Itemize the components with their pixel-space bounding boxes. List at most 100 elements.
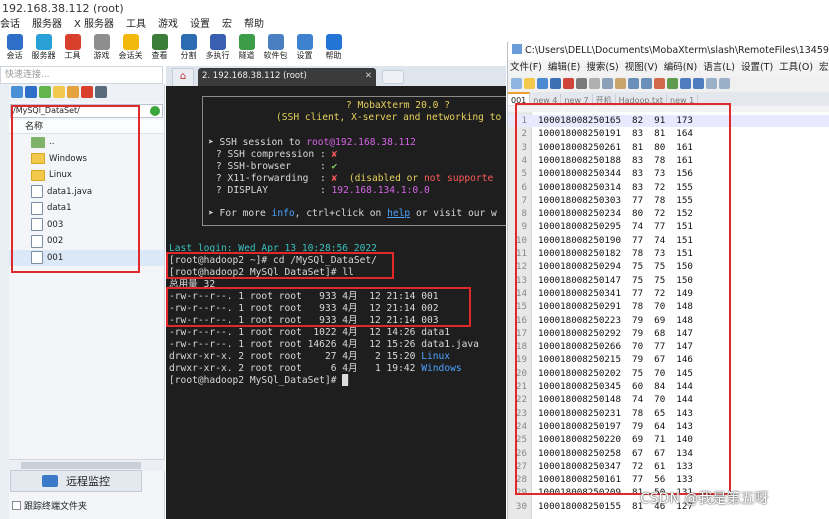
wrap-icon[interactable] <box>719 78 730 89</box>
home-tab-icon[interactable]: ⌂ <box>172 68 194 86</box>
sftp-toolbar <box>9 84 164 102</box>
undo-icon[interactable] <box>628 78 639 89</box>
display-line: ? DISPLAY : 192.168.134.1:0.0 <box>216 185 430 196</box>
download-icon[interactable] <box>25 86 37 98</box>
toolbar-button-0[interactable]: 会话 <box>0 33 29 65</box>
menu-item-0[interactable]: 会话 <box>0 19 20 30</box>
toolbar-label: 工具 <box>64 51 81 60</box>
notepad-menu-item[interactable]: 搜索(S) <box>586 62 618 73</box>
close-icon[interactable] <box>563 78 574 89</box>
more-info-line: ➤ For more info, ctrl+click on help or v… <box>208 208 497 219</box>
terminal-tab-active[interactable]: 2. 192.168.38.112 (root) ✕ <box>198 68 376 86</box>
x11-forwarding-line: ? X11-forwarding : ✘ (disabled or not su… <box>216 173 494 184</box>
toolbar-label: 软件包 <box>263 51 288 60</box>
main-menubar: 会话 服务器 X 服务器 工具 游戏 设置 宏 帮助 <box>0 17 829 33</box>
notepad-title-text: C:\Users\DELL\Documents\MobaXterm\slash\… <box>525 45 829 56</box>
zoom-out-icon[interactable] <box>693 78 704 89</box>
toolbar-button-4[interactable]: 会话关 <box>116 33 145 65</box>
close-tab-icon[interactable]: ✕ <box>365 68 372 85</box>
remote-monitor-button[interactable]: 远程监控 <box>10 470 142 492</box>
notepad-menu-item[interactable]: 文件(F) <box>510 62 542 73</box>
notepad-menu-item[interactable]: 工具(O) <box>779 62 813 73</box>
toolbar-button-2[interactable]: 工具 <box>58 33 87 65</box>
toolbar-label: 查看 <box>151 51 168 60</box>
follow-terminal-folder[interactable]: 跟踪终端文件夹 <box>12 499 87 512</box>
toolbar-button-3[interactable]: 游戏 <box>87 33 116 65</box>
new-folder-icon[interactable] <box>53 86 65 98</box>
toolbar-label: 设置 <box>296 51 313 60</box>
terminal-tabbar: ⌂ 2. 192.168.38.112 (root) ✕ <box>166 66 506 86</box>
multiexec-icon <box>209 34 226 50</box>
paste-icon[interactable] <box>615 78 626 89</box>
notepad-menu-item[interactable]: 宏(M) <box>819 62 829 73</box>
notepad-menu-item[interactable]: 编码(N) <box>664 62 698 73</box>
menu-item-5[interactable]: 设置 <box>190 19 210 30</box>
monitor-icon <box>42 475 58 487</box>
new-icon[interactable] <box>511 78 522 89</box>
toolbar-label: 会话关 <box>118 51 143 60</box>
menu-item-6[interactable]: 宏 <box>222 19 232 30</box>
notepad-menu-item[interactable]: 设置(T) <box>741 62 773 73</box>
star-icon <box>122 34 139 50</box>
path-ok-icon[interactable] <box>150 106 160 116</box>
open-icon[interactable] <box>524 78 535 89</box>
toolbar-button-10[interactable]: 设置 <box>290 33 319 65</box>
zoom-in-icon[interactable] <box>680 78 691 89</box>
banner-subtitle: (SSH client, X-server and networking to <box>276 112 502 123</box>
tools-icon <box>64 34 81 50</box>
follow-label: 跟踪终端文件夹 <box>24 502 88 512</box>
view-icon <box>151 34 168 50</box>
session-icon <box>6 34 23 50</box>
menu-item-4[interactable]: 游戏 <box>158 19 178 30</box>
servers-icon <box>35 34 52 50</box>
split-icon <box>180 34 197 50</box>
toolbar-label: 多执行 <box>205 51 230 60</box>
new-file-icon[interactable] <box>67 86 79 98</box>
toolbar-button-6[interactable]: 分割 <box>174 33 203 65</box>
remote-monitor-label: 远程监控 <box>66 475 110 488</box>
replace-icon[interactable] <box>667 78 678 89</box>
toolbar-button-1[interactable]: 服务器 <box>29 33 58 65</box>
notepad-menu-item[interactable]: 视图(V) <box>625 62 658 73</box>
sync-icon[interactable] <box>706 78 717 89</box>
window-title: 192.168.38.112 (root) <box>0 0 829 18</box>
save-all-icon[interactable] <box>550 78 561 89</box>
ls-row: -rw-r--r--. 1 root root 1022 4月 12 14:26… <box>169 327 451 338</box>
toolbar-label: 隧道 <box>238 51 255 60</box>
new-tab-button[interactable] <box>382 70 404 84</box>
banner-title: ? MobaXterm 20.0 ? <box>346 100 450 111</box>
packages-icon <box>267 34 284 50</box>
cut-icon[interactable] <box>589 78 600 89</box>
print-icon[interactable] <box>576 78 587 89</box>
toolbar-button-7[interactable]: 多执行 <box>203 33 232 65</box>
toolbar-button-8[interactable]: 隧道 <box>232 33 261 65</box>
menu-item-3[interactable]: 工具 <box>126 19 146 30</box>
copy-icon[interactable] <box>602 78 613 89</box>
notepad-menu-item[interactable]: 语言(L) <box>703 62 735 73</box>
permissions-icon[interactable] <box>95 86 107 98</box>
notepad-menubar: 文件(F) 编辑(E) 搜索(S) 视图(V) 编码(N) 语言(L) 设置(T) 工具(O)… <box>508 60 829 76</box>
toolbar-button-5[interactable]: 查看 <box>145 33 174 65</box>
quick-connect-input[interactable]: 快速连接... <box>0 66 163 84</box>
follow-checkbox[interactable] <box>12 501 21 510</box>
menu-item-7[interactable]: 帮助 <box>244 19 264 30</box>
toolbar-button-9[interactable]: 软件包 <box>261 33 290 65</box>
cursor: █ <box>342 375 349 386</box>
notepad-app-icon <box>512 44 522 54</box>
toolbar-button-11[interactable]: 帮助 <box>319 33 348 65</box>
menu-item-2[interactable]: X 服务器 <box>74 19 114 30</box>
settings-icon <box>296 34 313 50</box>
save-icon[interactable] <box>537 78 548 89</box>
toolbar-label: 帮助 <box>325 51 342 60</box>
scroll-thumb[interactable] <box>21 462 141 469</box>
upload-icon[interactable] <box>11 86 23 98</box>
find-icon[interactable] <box>654 78 665 89</box>
highlight-file-list <box>11 105 140 273</box>
line-number: 30 <box>515 500 527 512</box>
refresh-icon[interactable] <box>39 86 51 98</box>
menu-item-1[interactable]: 服务器 <box>32 19 62 30</box>
notepad-menu-item[interactable]: 编辑(E) <box>548 62 580 73</box>
redo-icon[interactable] <box>641 78 652 89</box>
sidebar-strip[interactable] <box>0 84 9 519</box>
delete-icon[interactable] <box>81 86 93 98</box>
